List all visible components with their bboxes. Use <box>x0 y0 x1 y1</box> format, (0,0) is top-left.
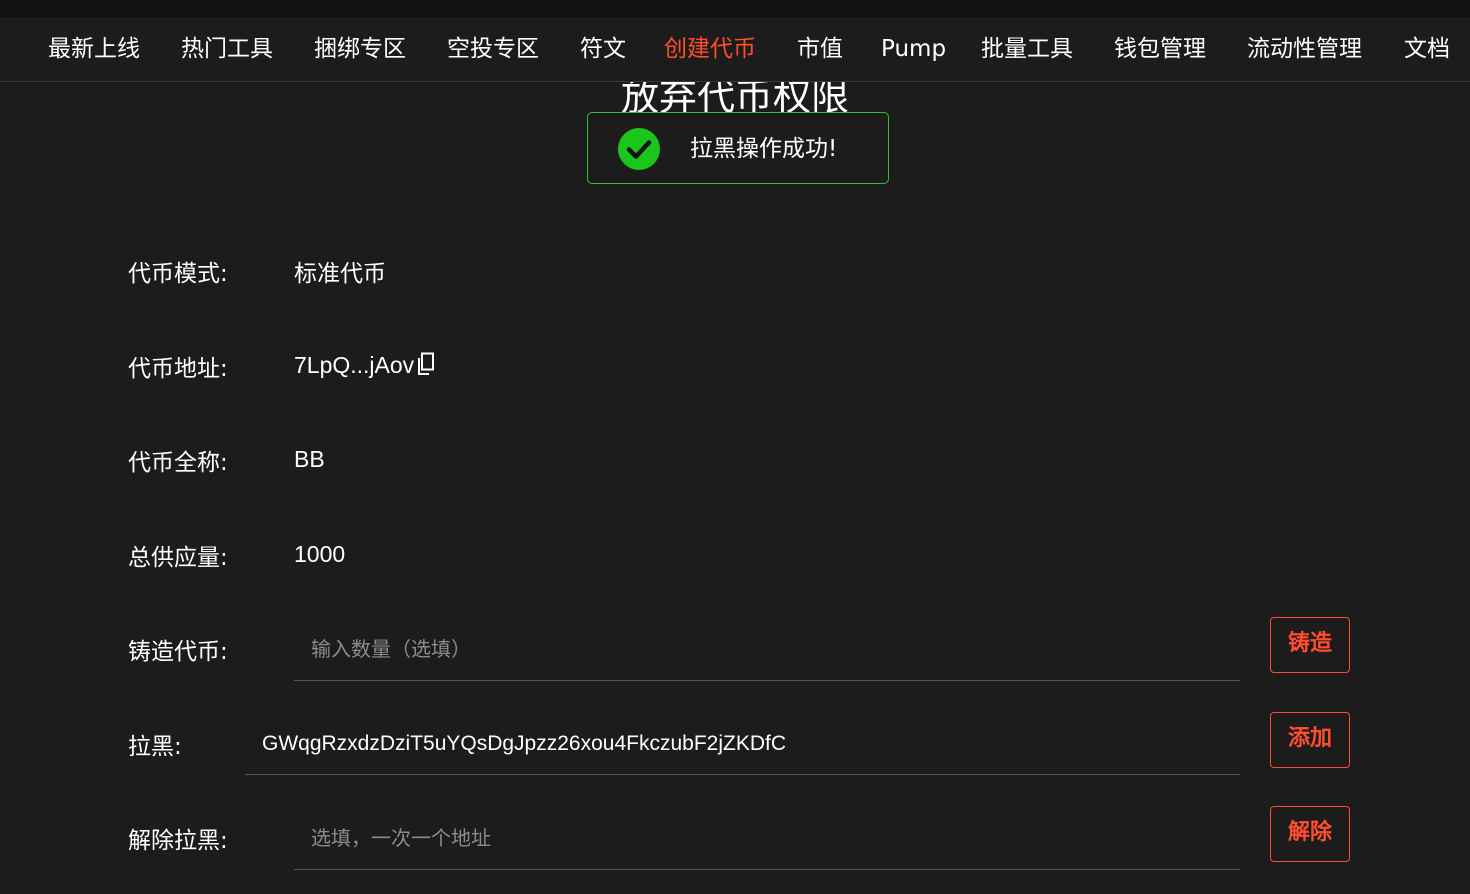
nav-item-pump[interactable]: Pump <box>881 17 946 81</box>
blacklist-field <box>245 713 1240 775</box>
nav-item-create-token[interactable]: 创建代币 <box>664 17 756 81</box>
nav-item-bundle[interactable]: 捆绑专区 <box>314 17 406 81</box>
nav-item-latest[interactable]: 最新上线 <box>48 17 140 81</box>
nav-item-batch-tools[interactable]: 批量工具 <box>981 17 1073 81</box>
nav-item-docs[interactable]: 文档 <box>1404 17 1450 81</box>
mint-amount-field <box>294 619 1240 681</box>
unblacklist-label: 解除拉黑: <box>128 828 228 854</box>
mint-amount-input[interactable] <box>309 619 1230 681</box>
add-blacklist-button[interactable]: 添加 <box>1270 712 1350 768</box>
mint-label: 铸造代币: <box>128 639 228 665</box>
blacklist-label: 拉黑: <box>128 734 182 760</box>
nav-item-hot-tools[interactable]: 热门工具 <box>181 17 273 81</box>
token-mode-label: 代币模式: <box>128 261 228 287</box>
top-strip <box>0 0 1470 17</box>
unblacklist-field <box>294 808 1240 870</box>
nav-item-runes[interactable]: 符文 <box>580 17 626 81</box>
total-supply-value: 1000 <box>294 541 346 567</box>
token-mode-value: 标准代币 <box>294 261 386 287</box>
unblacklist-button[interactable]: 解除 <box>1270 806 1350 862</box>
check-circle-icon <box>618 128 660 170</box>
blacklist-address-input[interactable] <box>260 713 1230 775</box>
token-fullname-label: 代币全称: <box>128 450 228 476</box>
toast-message: 拉黑操作成功! <box>690 136 838 162</box>
success-toast: 拉黑操作成功! <box>587 112 889 184</box>
unblacklist-address-input[interactable] <box>309 808 1230 870</box>
token-address-value: 7LpQ...jAov <box>294 352 415 379</box>
token-address-row: 7LpQ...jAov <box>294 352 436 382</box>
nav-item-market-cap[interactable]: 市值 <box>797 17 843 81</box>
copy-icon[interactable] <box>416 352 436 382</box>
nav-item-wallet[interactable]: 钱包管理 <box>1114 17 1206 81</box>
total-supply-label: 总供应量: <box>128 545 228 571</box>
token-address-label: 代币地址: <box>128 356 228 382</box>
mint-button[interactable]: 铸造 <box>1270 617 1350 673</box>
nav-item-airdrop[interactable]: 空投专区 <box>447 17 539 81</box>
top-navbar: 最新上线 热门工具 捆绑专区 空投专区 符文 创建代币 市值 Pump 批量工具… <box>0 17 1470 82</box>
token-fullname-value: BB <box>294 446 325 472</box>
nav-item-liquidity[interactable]: 流动性管理 <box>1247 17 1362 81</box>
